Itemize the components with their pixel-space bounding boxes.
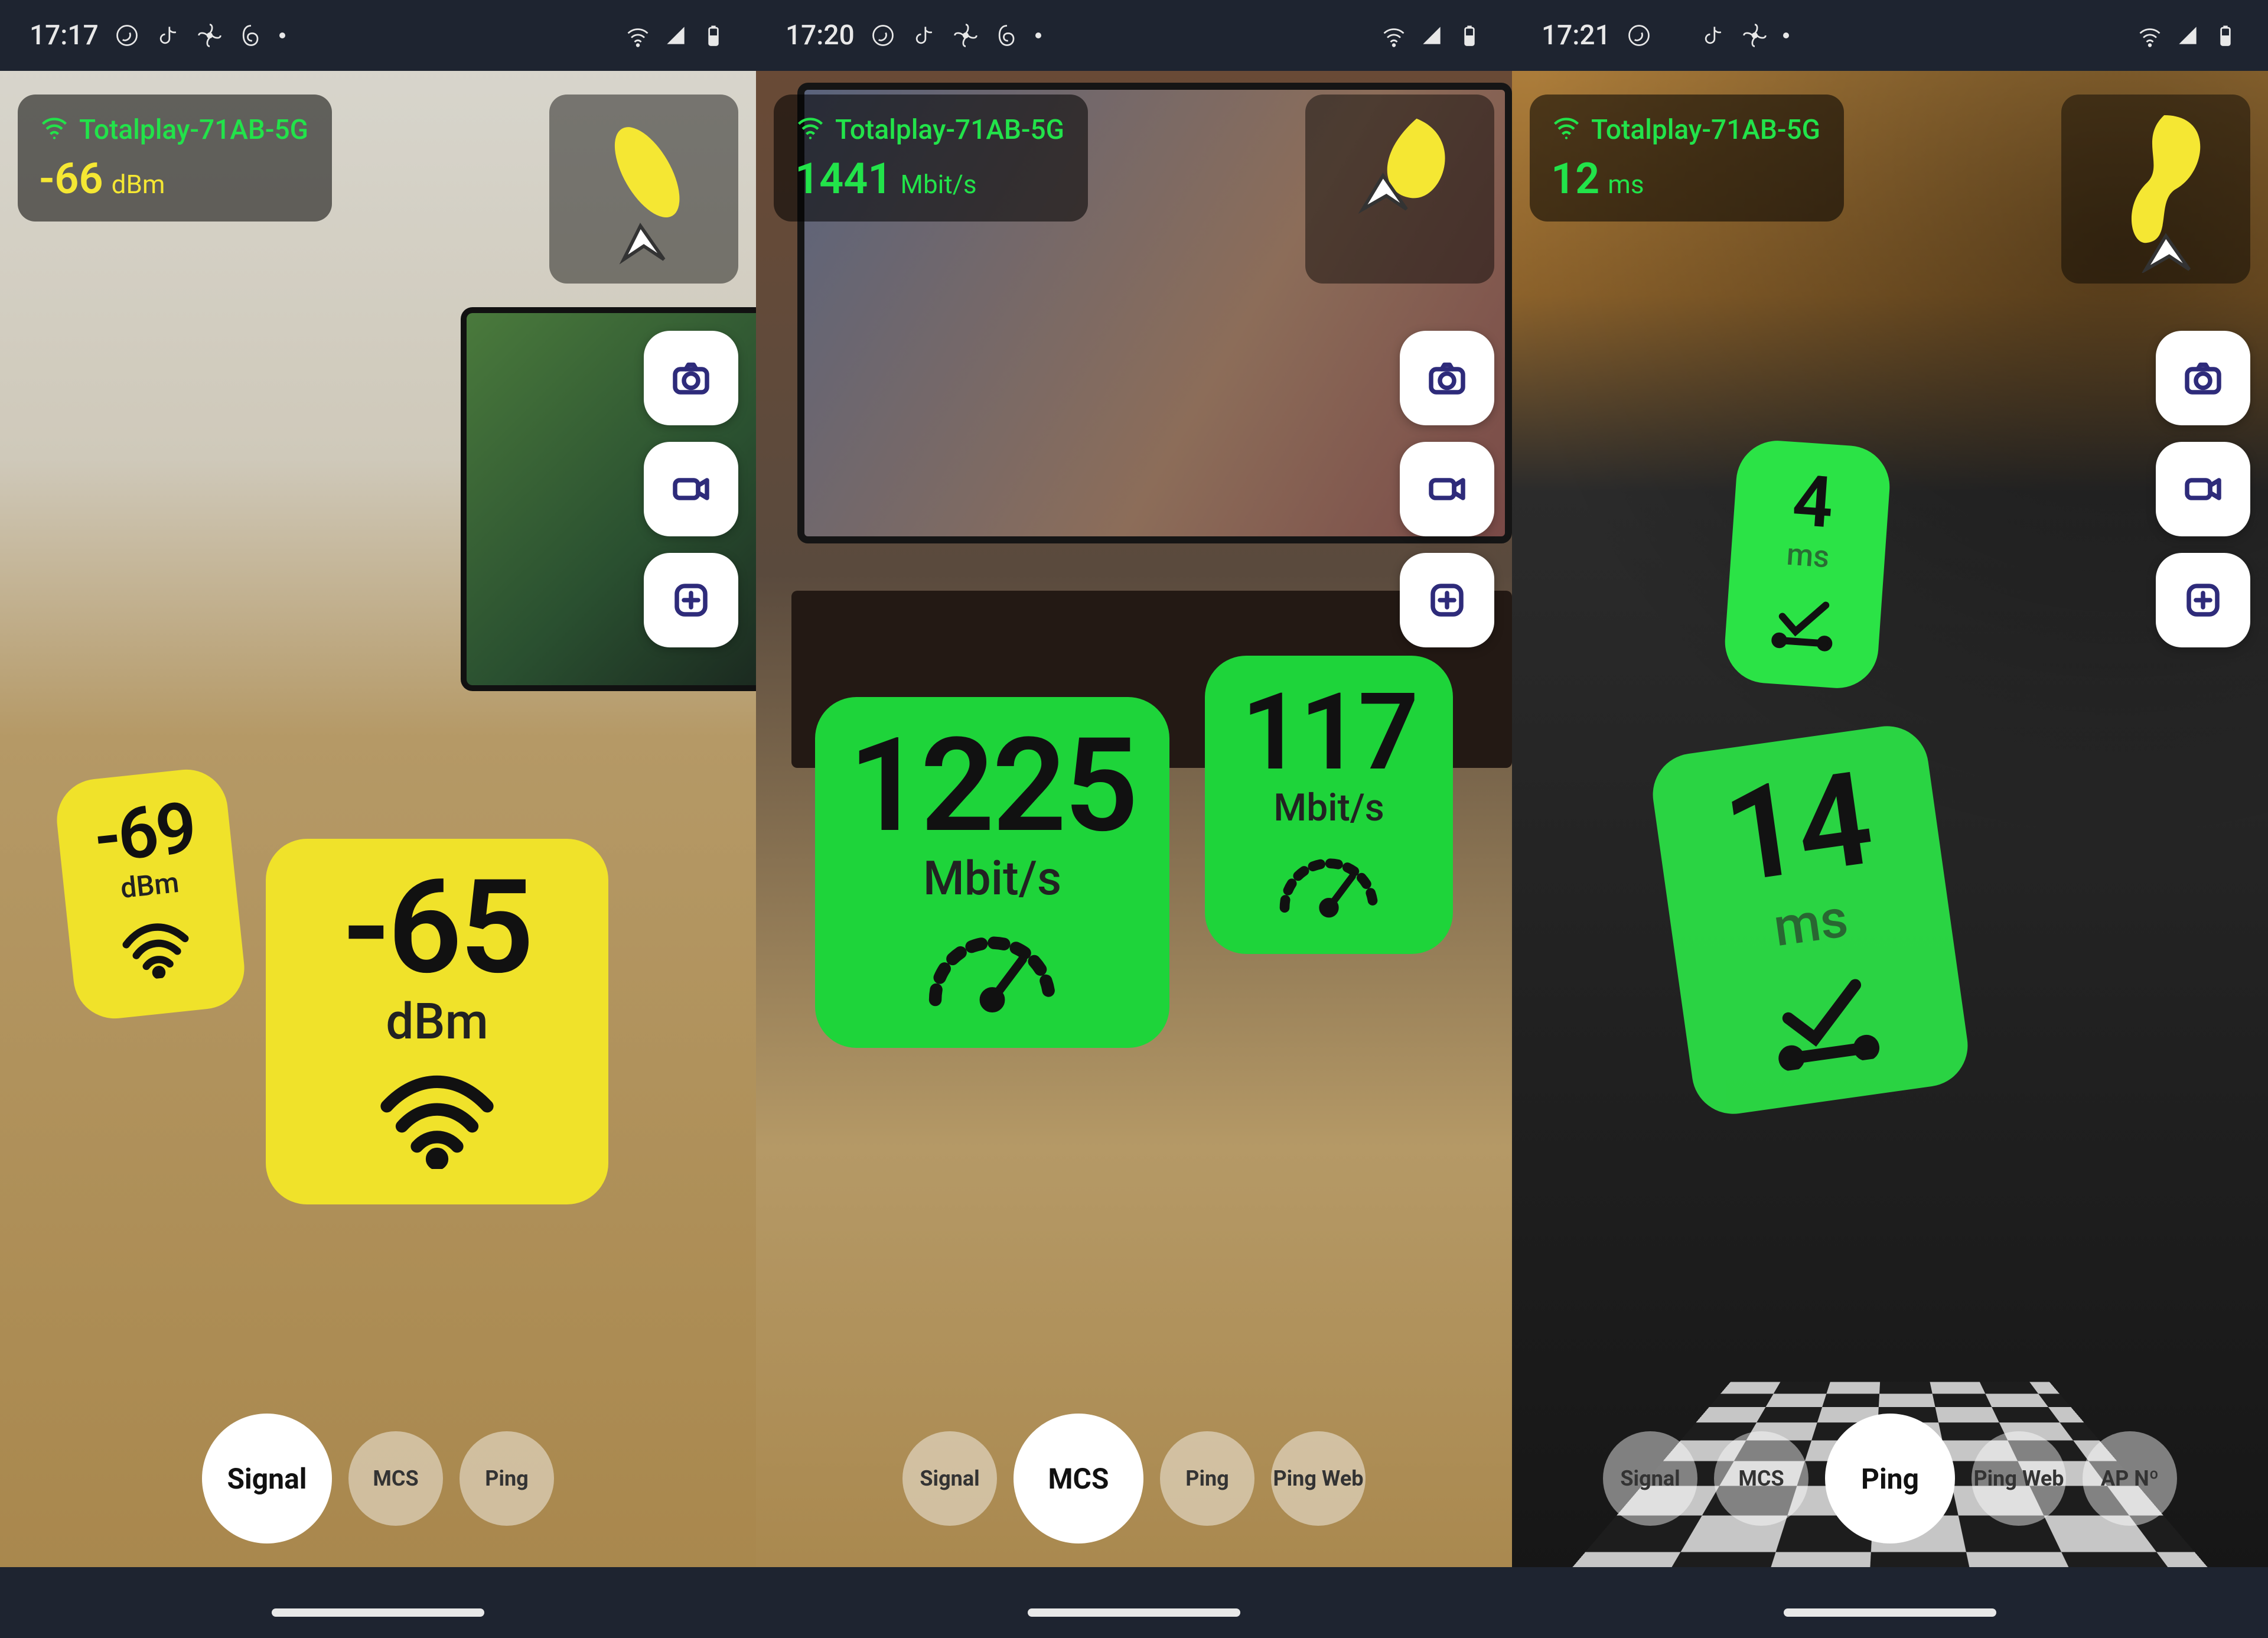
capture-video-button[interactable] (644, 442, 738, 536)
capture-photo-button[interactable] (644, 331, 738, 425)
tab-ping[interactable]: Ping (460, 1431, 554, 1526)
tiktok-icon (1700, 22, 1726, 48)
capture-photo-button[interactable] (2156, 331, 2250, 425)
ar-signal-badge-small: -69 dBm (53, 766, 249, 1022)
whatsapp-icon (870, 22, 896, 48)
metric-unit: dBm (112, 169, 165, 200)
status-time: 17:20 (786, 19, 855, 51)
fan-icon (953, 22, 979, 48)
ssid-label: Totalplay-71AB-5G (1591, 114, 1820, 146)
status-bar: 17:21 (1512, 0, 2268, 71)
android-nav-bar (0, 1567, 756, 1638)
heatmap-minimap[interactable] (2061, 95, 2250, 284)
phone-screen-2: 17:20 Totalplay-71AB-5G 1441 Mbit/s (756, 0, 1512, 1638)
battery-icon (2212, 22, 2238, 48)
tiktok-icon (155, 22, 181, 48)
status-bar: 17:20 (756, 0, 1512, 71)
ar-ping-badge-large: 14 ms (1647, 721, 1973, 1119)
capture-video-button[interactable] (1400, 442, 1494, 536)
capture-photo-button[interactable] (1400, 331, 1494, 425)
battery-icon (1456, 22, 1482, 48)
tab-signal[interactable]: Signal (1603, 1431, 1697, 1526)
mode-tabs: Signal MCS Ping Ping Web (756, 1414, 1512, 1543)
tab-mcs[interactable]: MCS (1014, 1414, 1143, 1543)
phone-screen-3: 17:21 Totalplay-71AB-5G 12 ms (1512, 0, 2268, 1638)
fan-icon (197, 22, 223, 48)
more-dot-icon (279, 32, 285, 38)
status-time: 17:21 (1542, 19, 1611, 51)
tab-mcs[interactable]: MCS (348, 1431, 443, 1526)
tab-pingweb[interactable]: Ping Web (1271, 1431, 1366, 1526)
more-dot-icon (1783, 32, 1789, 38)
metric-unit: ms (1608, 169, 1644, 200)
tab-ap[interactable]: AP Nº (2083, 1431, 2177, 1526)
home-indicator[interactable] (1028, 1608, 1240, 1617)
network-info-panel: Totalplay-71AB-5G 12 ms (1530, 95, 1844, 222)
metric-value: -66 (39, 154, 103, 204)
ar-ping-badge-small: 4 ms (1722, 438, 1892, 691)
wifi-icon (1551, 111, 1582, 149)
mode-tabs: Signal MCS Ping (0, 1414, 756, 1543)
whatsapp-icon (114, 22, 140, 48)
metric-value: 12 (1551, 154, 1599, 204)
ssid-label: Totalplay-71AB-5G (835, 114, 1064, 146)
add-marker-button[interactable] (644, 553, 738, 647)
battery-icon (700, 22, 726, 48)
tab-signal[interactable]: Signal (902, 1431, 997, 1526)
android-nav-bar (1512, 1567, 2268, 1638)
wifi-status-icon (2137, 22, 2163, 48)
wifi-icon (39, 111, 70, 149)
add-marker-button[interactable] (2156, 553, 2250, 647)
tab-signal[interactable]: Signal (202, 1414, 332, 1543)
metric-unit: Mbit/s (901, 169, 977, 200)
heatmap-minimap[interactable] (549, 95, 738, 284)
more-dot-icon (1035, 32, 1041, 38)
metric-value: 1441 (795, 154, 892, 204)
tab-ping[interactable]: Ping (1825, 1414, 1955, 1543)
android-nav-bar (756, 1567, 1512, 1638)
cell-signal-icon (1419, 22, 1445, 48)
threads-icon (994, 22, 1020, 48)
capture-video-button[interactable] (2156, 442, 2250, 536)
wifi-icon (795, 111, 826, 149)
cell-signal-icon (2175, 22, 2201, 48)
home-indicator[interactable] (1784, 1608, 1996, 1617)
threads-icon (238, 22, 264, 48)
cell-signal-icon (663, 22, 689, 48)
phone-screen-1: 17:17 Totalplay-71AB-5G -66 dBm (0, 0, 756, 1638)
tab-ping[interactable]: Ping (1160, 1431, 1254, 1526)
add-marker-button[interactable] (1400, 553, 1494, 647)
whatsapp-icon (1626, 22, 1652, 48)
tab-mcs[interactable]: MCS (1714, 1431, 1808, 1526)
status-bar: 17:17 (0, 0, 756, 71)
home-indicator[interactable] (272, 1608, 484, 1617)
status-time: 17:17 (30, 19, 99, 51)
wifi-status-icon (1381, 22, 1407, 48)
tiktok-icon (911, 22, 937, 48)
fan-icon (1742, 22, 1768, 48)
tab-pingweb[interactable]: Ping Web (1972, 1431, 2066, 1526)
ar-signal-badge-large: -65 dBm (266, 839, 608, 1204)
ssid-label: Totalplay-71AB-5G (79, 114, 308, 146)
ar-mcs-badge-small: 117 Mbit/s (1205, 656, 1453, 954)
network-info-panel: Totalplay-71AB-5G -66 dBm (18, 95, 332, 222)
network-info-panel: Totalplay-71AB-5G 1441 Mbit/s (774, 95, 1088, 222)
wifi-status-icon (625, 22, 651, 48)
heatmap-minimap[interactable] (1305, 95, 1494, 284)
ar-mcs-badge-large: 1225 Mbit/s (815, 697, 1169, 1048)
mode-tabs: Signal MCS Ping Ping Web AP Nº (1512, 1414, 2268, 1543)
